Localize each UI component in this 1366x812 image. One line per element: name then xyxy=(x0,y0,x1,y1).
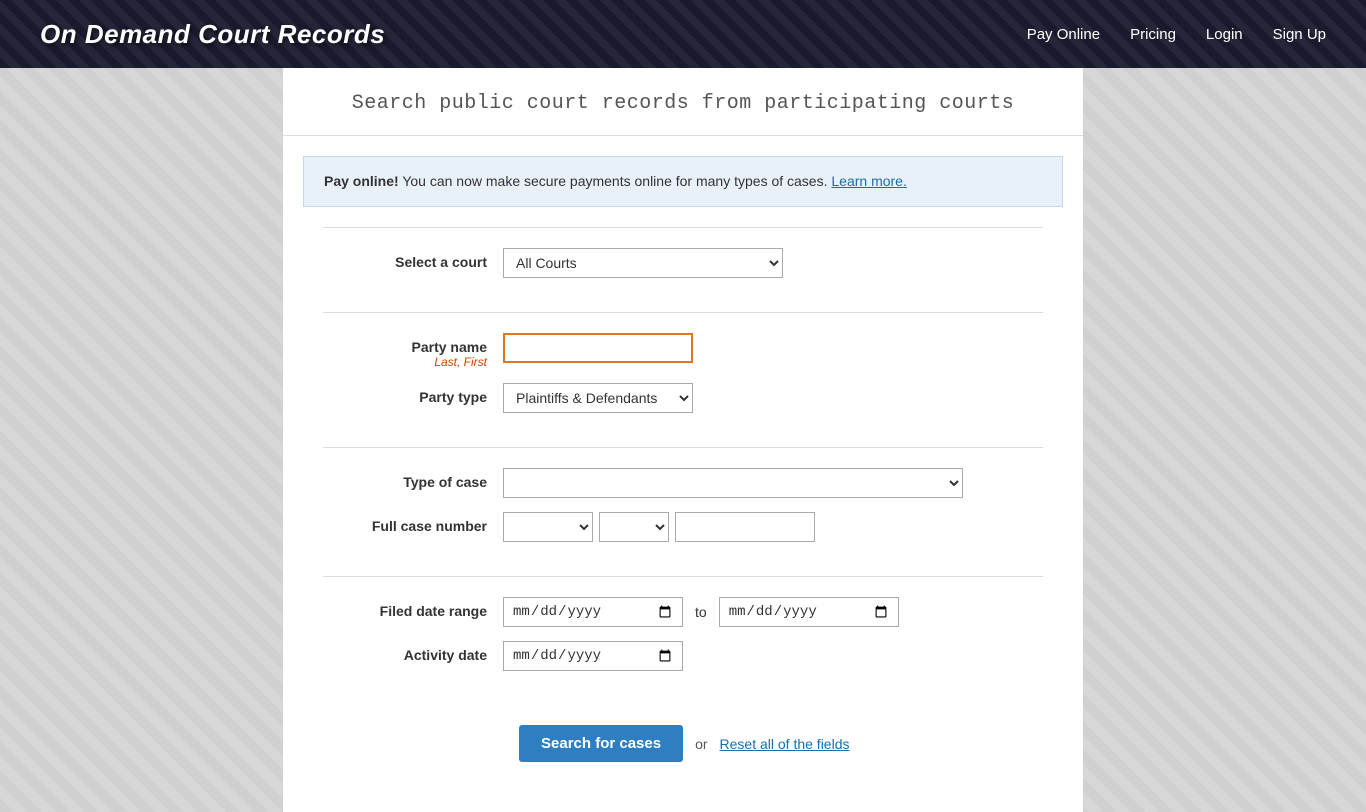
court-select[interactable]: All Courts xyxy=(503,248,783,278)
party-type-row: Party type Plaintiffs & Defendants xyxy=(323,383,1043,413)
notice-learn-more-link[interactable]: Learn more. xyxy=(831,173,906,189)
case-number-label: Full case number xyxy=(323,512,503,534)
filed-date-field: to xyxy=(503,597,1043,627)
filed-date-label: Filed date range xyxy=(323,597,503,619)
case-type-label: Type of case xyxy=(323,468,503,490)
nav-sign-up[interactable]: Sign Up xyxy=(1273,26,1326,43)
notice-banner: Pay online! You can now make secure paym… xyxy=(303,156,1063,207)
case-number-row: Full case number xyxy=(323,512,1043,542)
reset-button[interactable]: Reset all of the fields xyxy=(720,736,850,752)
case-section: Type of case Full case number xyxy=(323,447,1043,576)
or-text: or xyxy=(695,736,707,752)
page-title: Search public court records from partici… xyxy=(283,68,1083,136)
case-number-field xyxy=(503,512,1043,542)
party-name-input[interactable] xyxy=(503,333,693,363)
party-type-label: Party type xyxy=(323,383,503,405)
site-logo: On Demand Court Records xyxy=(40,19,385,50)
case-number-select-1[interactable] xyxy=(503,512,593,542)
search-actions: Search for cases or Reset all of the fie… xyxy=(323,705,1043,772)
case-type-field xyxy=(503,468,1043,498)
date-to-separator: to xyxy=(689,604,713,620)
header: On Demand Court Records Pay Online Prici… xyxy=(0,0,1366,68)
notice-bold: Pay online! xyxy=(324,173,399,189)
party-type-field: Plaintiffs & Defendants xyxy=(503,383,1043,413)
case-type-select[interactable] xyxy=(503,468,963,498)
case-type-row: Type of case xyxy=(323,468,1043,498)
search-form: Select a court All Courts Party name Las… xyxy=(283,227,1083,772)
activity-date-input[interactable] xyxy=(503,641,683,671)
court-section: Select a court All Courts xyxy=(323,227,1043,312)
header-nav: Pay Online Pricing Login Sign Up xyxy=(1027,26,1326,43)
party-section: Party name Last, First Party type Plaint… xyxy=(323,312,1043,447)
main-container: Search public court records from partici… xyxy=(283,68,1083,812)
party-name-sub: Last, First xyxy=(323,355,487,369)
filed-date-start-input[interactable] xyxy=(503,597,683,627)
court-field: All Courts xyxy=(503,248,1043,278)
party-name-field xyxy=(503,333,1043,363)
nav-login[interactable]: Login xyxy=(1206,26,1243,43)
court-label: Select a court xyxy=(323,248,503,270)
activity-date-field xyxy=(503,641,1043,671)
party-name-row: Party name Last, First xyxy=(323,333,1043,369)
notice-text: You can now make secure payments online … xyxy=(402,173,827,189)
court-row: Select a court All Courts xyxy=(323,248,1043,278)
activity-date-label: Activity date xyxy=(323,641,503,663)
date-section: Filed date range to Activity date xyxy=(323,576,1043,705)
filed-date-end-input[interactable] xyxy=(719,597,899,627)
filed-date-row: Filed date range to xyxy=(323,597,1043,627)
case-number-input[interactable] xyxy=(675,512,815,542)
party-type-select[interactable]: Plaintiffs & Defendants xyxy=(503,383,693,413)
activity-date-row: Activity date xyxy=(323,641,1043,671)
party-name-label: Party name Last, First xyxy=(323,333,503,369)
case-number-select-2[interactable] xyxy=(599,512,669,542)
nav-pricing[interactable]: Pricing xyxy=(1130,26,1176,43)
search-button[interactable]: Search for cases xyxy=(519,725,683,762)
nav-pay-online[interactable]: Pay Online xyxy=(1027,26,1100,43)
